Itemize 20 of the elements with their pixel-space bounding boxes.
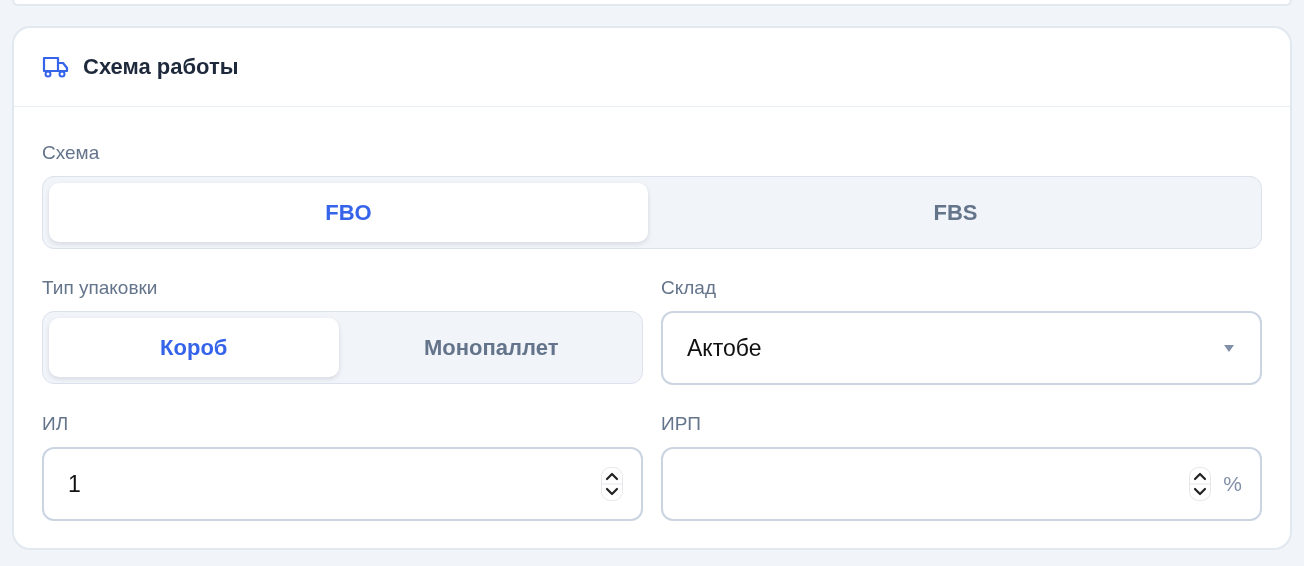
segment-tab[interactable]: Короб xyxy=(49,318,339,377)
dropdown-caret-icon xyxy=(1224,344,1234,352)
field-label: ИРП xyxy=(661,413,701,435)
spinner-icon[interactable] xyxy=(1189,467,1212,501)
warehouse-select[interactable]: Актобе xyxy=(661,311,1262,385)
segmented-control[interactable]: FBO FBS xyxy=(42,176,1262,249)
segment-tab[interactable]: Монопаллет xyxy=(346,318,636,377)
spinner-icon[interactable] xyxy=(601,467,623,501)
percent-suffix: % xyxy=(1223,472,1242,496)
field-label: Тип упаковки xyxy=(42,277,158,299)
truck-icon xyxy=(42,56,69,78)
number-field[interactable]: % xyxy=(661,447,1262,521)
segment-tab[interactable]: FBO xyxy=(49,183,648,242)
number-field[interactable]: 1 xyxy=(42,447,643,521)
field-label: Склад xyxy=(661,277,716,299)
segment-tab[interactable]: FBS xyxy=(656,183,1255,242)
field-label: Схема xyxy=(42,142,100,164)
field-label: ИЛ xyxy=(42,413,69,435)
section-title: Схема работы xyxy=(83,54,239,80)
segmented-control[interactable]: Короб Монопаллет xyxy=(42,311,643,384)
